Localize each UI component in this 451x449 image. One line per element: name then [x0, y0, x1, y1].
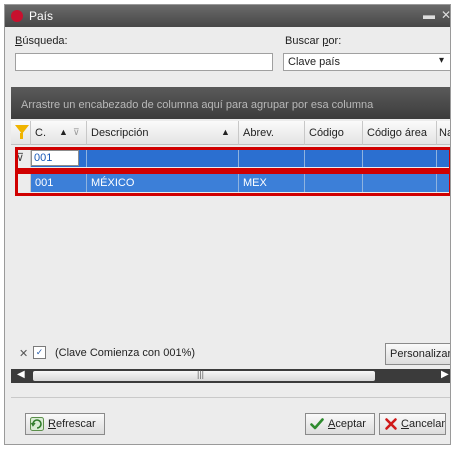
refresh-label: Refrescar: [48, 418, 96, 430]
grip-icon: |||: [197, 369, 205, 379]
filter-enabled-checkbox[interactable]: ✓: [33, 346, 46, 359]
scrollbar-thumb[interactable]: |||: [33, 369, 375, 381]
highlight-box-filter-row: [15, 147, 450, 171]
col-header-clave[interactable]: C. ▲ ⊽: [31, 121, 87, 145]
accept-label: Aceptar: [328, 418, 366, 430]
col-header-na[interactable]: Na: [437, 121, 450, 145]
checkmark-icon: [310, 418, 324, 430]
col-header-codigo-area[interactable]: Código área: [363, 121, 437, 145]
group-by-panel[interactable]: Arrastre un encabezado de columna aquí p…: [11, 87, 450, 119]
cancel-label: Cancelar: [401, 418, 446, 430]
search-label: Búsqueda:: [15, 35, 68, 47]
refresh-button[interactable]: Refrescar: [25, 413, 105, 435]
app-icon: [11, 10, 23, 22]
search-by-select[interactable]: Clave país ▾: [283, 53, 450, 71]
column-filter-icon[interactable]: ⊽: [73, 127, 80, 138]
pais-window: País ▬ ✕ Búsqueda: Buscar por: Clave paí…: [4, 4, 451, 445]
sort-asc-icon: ▲: [59, 127, 68, 137]
filter-status-bar: ✕ ✓ (Clave Comienza con 001%) Personaliz…: [11, 341, 450, 367]
close-icon[interactable]: ✕: [441, 8, 450, 22]
group-hint: Arrastre un encabezado de columna aquí p…: [21, 99, 374, 111]
col-header-abrev[interactable]: Abrev.: [239, 121, 305, 145]
scroll-right-icon[interactable]: ▶: [441, 369, 449, 380]
search-by-label: Buscar por:: [285, 35, 342, 47]
sort-asc-icon: ▲: [221, 127, 230, 137]
filter-text: (Clave Comienza con 001%): [55, 347, 196, 359]
refresh-icon: [30, 417, 44, 431]
window-title: País: [29, 9, 54, 23]
customize-button[interactable]: Personalizar...: [385, 343, 450, 365]
minimize-icon[interactable]: ▬: [423, 8, 435, 22]
search-by-value: Clave país: [288, 56, 340, 68]
col-header-codigo[interactable]: Código: [305, 121, 363, 145]
highlight-box-data-row: [15, 171, 450, 196]
country-grid: C. ▲ ⊽ Descripción ▲ Abrev. Código Códig…: [11, 121, 450, 341]
cancel-button[interactable]: Cancelar: [379, 413, 446, 435]
scroll-left-icon[interactable]: ◀: [17, 369, 25, 380]
title-bar[interactable]: País ▬ ✕: [5, 5, 450, 27]
filter-header-cell[interactable]: [11, 121, 31, 145]
clear-filter-icon[interactable]: ✕: [19, 347, 28, 360]
cancel-x-icon: [385, 418, 397, 430]
col-header-descripcion[interactable]: Descripción ▲: [87, 121, 239, 145]
horizontal-scrollbar[interactable]: ◀ ||| ▶: [11, 369, 450, 383]
separator: [11, 397, 450, 398]
accept-button[interactable]: Aceptar: [305, 413, 375, 435]
dropdown-arrow-icon[interactable]: ▾: [439, 55, 444, 66]
search-input[interactable]: [15, 53, 273, 71]
